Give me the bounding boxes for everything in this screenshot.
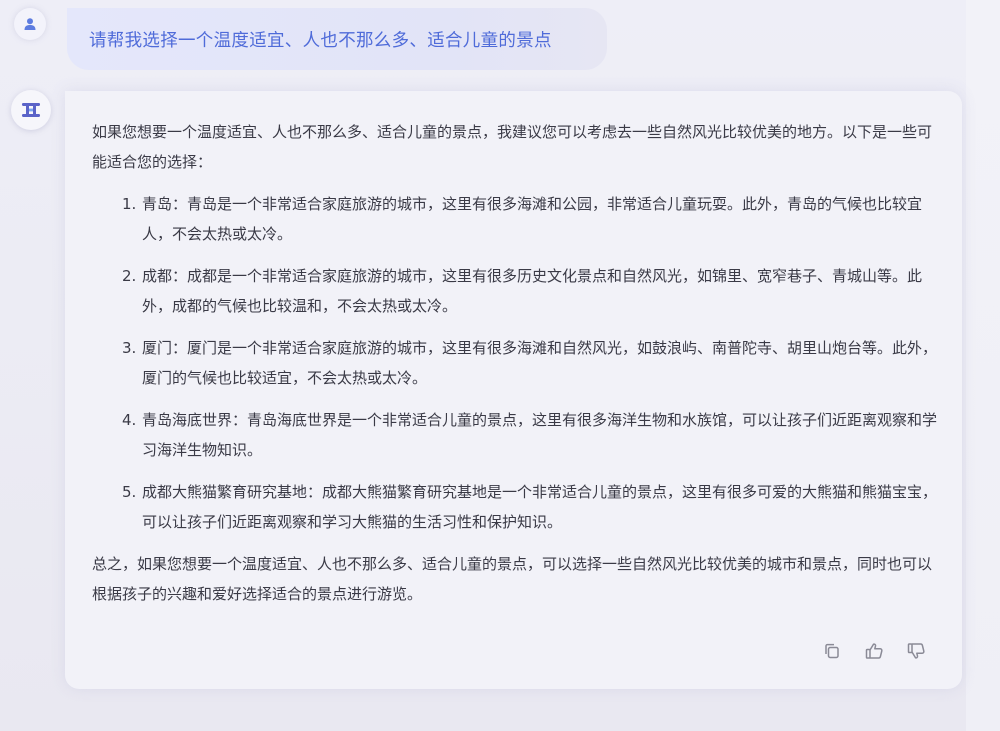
list-item-number: 5. [122, 483, 137, 501]
answer-body: 如果您想要一个温度适宜、人也不那么多、适合儿童的景点，我建议您可以考虑去一些自然… [92, 117, 942, 609]
thumbs-down-icon [907, 643, 925, 659]
list-item-number: 2. [122, 267, 137, 285]
list-item-text: 成都大熊猫繁育研究基地：成都大熊猫繁育研究基地是一个非常适合儿童的景点，这里有很… [142, 483, 938, 531]
answer-summary: 总之，如果您想要一个温度适宜、人也不那么多、适合儿童的景点，可以选择一些自然风光… [92, 555, 933, 603]
user-message-bubble: 请帮我选择一个温度适宜、人也不那么多、适合儿童的景点 [67, 8, 607, 70]
assistant-avatar [11, 90, 51, 130]
copy-button[interactable] [822, 641, 842, 661]
list-item-text: 成都：成都是一个非常适合家庭旅游的城市，这里有很多历史文化景点和自然风光，如锦里… [142, 267, 923, 315]
assistant-logo-icon [22, 103, 40, 117]
list-item: 2. 成都：成都是一个非常适合家庭旅游的城市，这里有很多历史文化景点和自然风光，… [92, 261, 942, 321]
right-scroll-rail [966, 0, 1000, 731]
list-item: 4. 青岛海底世界：青岛海底世界是一个非常适合儿童的景点，这里有很多海洋生物和水… [92, 405, 942, 465]
list-item-number: 1. [122, 195, 137, 213]
answer-intro: 如果您想要一个温度适宜、人也不那么多、适合儿童的景点，我建议您可以考虑去一些自然… [92, 123, 933, 171]
list-item-number: 4. [122, 411, 137, 429]
answer-list: 1. 青岛：青岛是一个非常适合家庭旅游的城市，这里有很多海滩和公园，非常适合儿童… [92, 189, 942, 537]
list-item-text: 厦门：厦门是一个非常适合家庭旅游的城市，这里有很多海滩和自然风光，如鼓浪屿、南普… [142, 339, 938, 387]
like-button[interactable] [864, 641, 884, 661]
assistant-answer-card: 如果您想要一个温度适宜、人也不那么多、适合儿童的景点，我建议您可以考虑去一些自然… [65, 91, 962, 689]
dislike-button[interactable] [906, 641, 926, 661]
copy-icon [825, 643, 839, 659]
list-item-number: 3. [122, 339, 137, 357]
user-avatar [14, 8, 46, 40]
list-item-text: 青岛：青岛是一个非常适合家庭旅游的城市，这里有很多海滩和公园，非常适合儿童玩耍。… [142, 195, 923, 243]
list-item: 3. 厦门：厦门是一个非常适合家庭旅游的城市，这里有很多海滩和自然风光，如鼓浪屿… [92, 333, 942, 393]
answer-actions [822, 641, 926, 661]
list-item: 1. 青岛：青岛是一个非常适合家庭旅游的城市，这里有很多海滩和公园，非常适合儿童… [92, 189, 942, 249]
thumbs-up-icon [865, 643, 883, 659]
user-icon [24, 18, 36, 30]
user-message-text: 请帮我选择一个温度适宜、人也不那么多、适合儿童的景点 [89, 30, 552, 51]
list-item-text: 青岛海底世界：青岛海底世界是一个非常适合儿童的景点，这里有很多海洋生物和水族馆，… [142, 411, 938, 459]
list-item: 5. 成都大熊猫繁育研究基地：成都大熊猫繁育研究基地是一个非常适合儿童的景点，这… [92, 477, 942, 537]
